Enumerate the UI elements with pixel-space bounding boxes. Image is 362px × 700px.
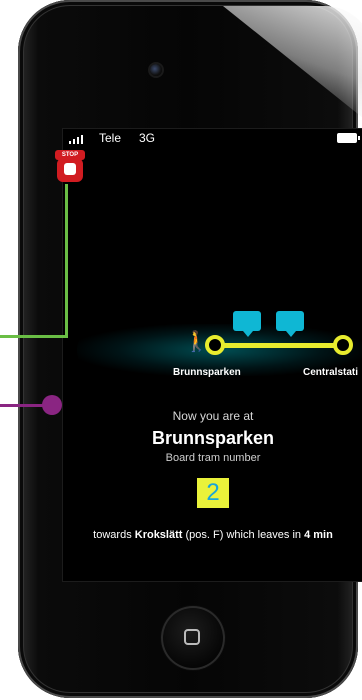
annotation-line-green <box>0 335 68 338</box>
app-screen: Tele 3G 🚶 Brunnsparken Centralstati Now … <box>62 128 362 582</box>
board-label: Board tram number <box>165 452 261 464</box>
now-label: Now you are at <box>172 409 254 423</box>
front-camera-icon <box>150 64 162 76</box>
signal-icon <box>69 134 89 144</box>
phone-frame: Tele 3G 🚶 Brunnsparken Centralstati Now … <box>18 0 362 698</box>
speech-bubble-icon[interactable] <box>233 311 261 337</box>
stop-label-current: Brunnsparken <box>173 367 241 378</box>
stop-marker-current[interactable] <box>205 335 225 355</box>
carrier-name: Tele <box>99 131 122 145</box>
towards-prefix: towards <box>93 529 135 541</box>
annotation-dot-purple <box>42 395 62 415</box>
towards-middle: (pos. F) which leaves in <box>182 529 305 541</box>
battery-icon <box>337 133 360 143</box>
stop-label-next: Centralstati <box>303 367 359 378</box>
departure-time: 4 min <box>304 529 333 541</box>
towards-destination: Krokslätt <box>134 529 183 541</box>
screen-glare <box>223 6 362 126</box>
network-type: 3G <box>139 131 156 145</box>
home-button[interactable] <box>161 606 225 670</box>
speech-bubble-icon[interactable] <box>276 311 304 337</box>
stop-marker-next[interactable] <box>333 335 353 355</box>
tram-route-line <box>211 343 341 348</box>
boarding-info: Now you are at Brunnsparken Board tram n… <box>63 409 362 508</box>
status-bar: Tele 3G <box>63 129 362 147</box>
annotation-line-green <box>65 184 68 337</box>
departure-info: towards Krokslätt (pos. F) which leaves … <box>63 529 362 541</box>
home-button-icon <box>184 629 200 645</box>
tram-number-badge: 2 <box>197 478 229 508</box>
current-station: Brunnsparken <box>151 428 275 448</box>
stop-sign-icon: STOP <box>55 150 85 184</box>
